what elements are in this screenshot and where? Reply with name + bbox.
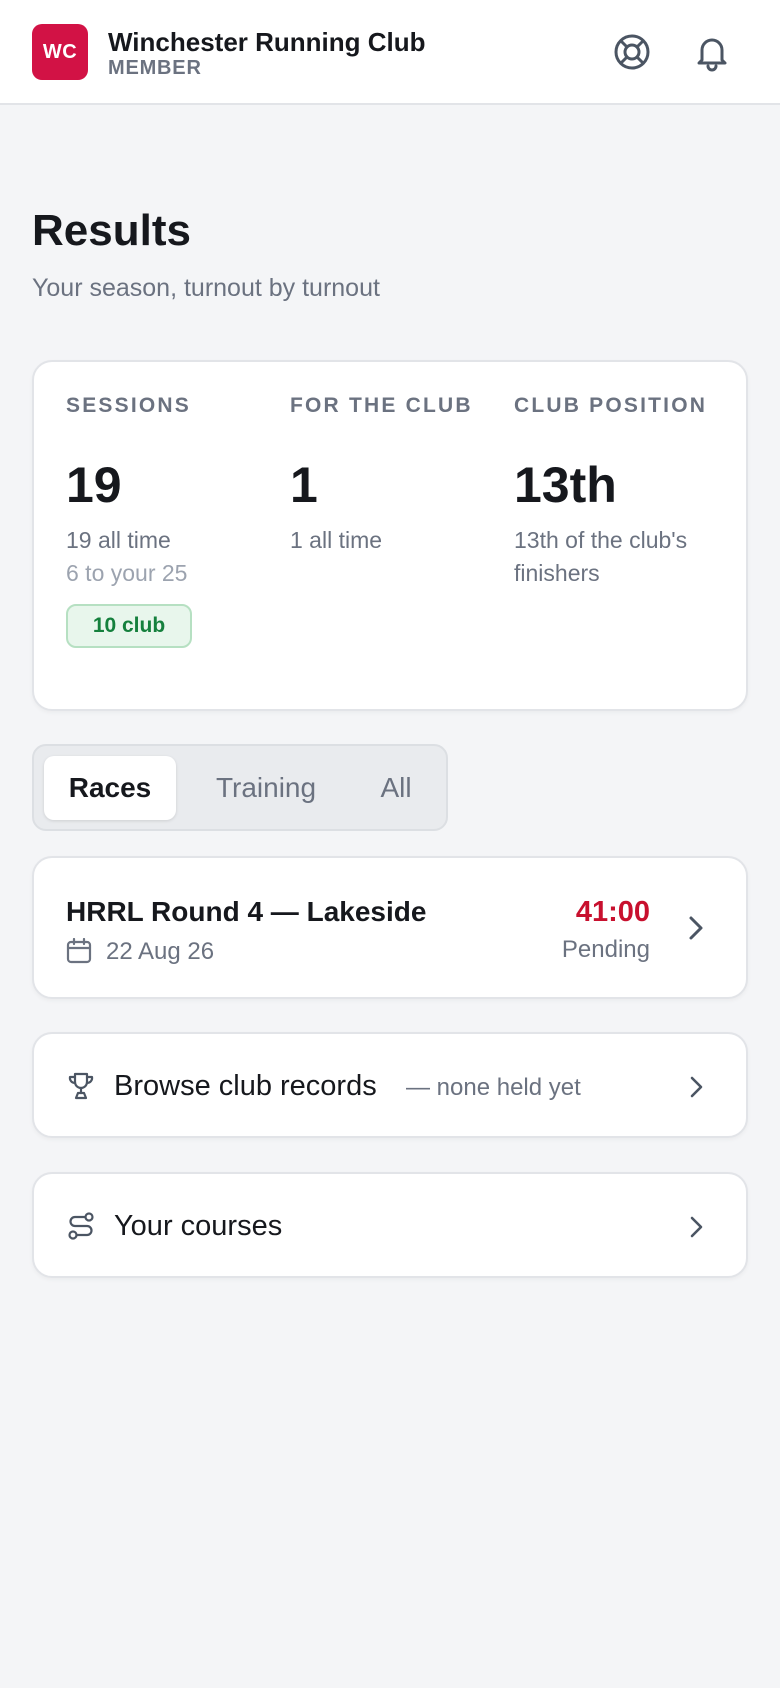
trophy-icon [68,1072,94,1100]
race-status: Pending [561,936,650,963]
records-link-label: Browse club records [114,1070,377,1102]
tab-training[interactable]: Training [194,756,338,820]
race-time: 41:00 [575,896,650,928]
your-courses-link[interactable]: Your courses [32,1172,748,1278]
sessions-all-time: 19 all time [66,527,171,553]
sessions-comparison: 6 to your 25 [66,560,188,586]
club-position-label: CLUB POSITION [514,394,708,417]
for-club-label: FOR THE CLUB [290,394,473,417]
courses-link-label: Your courses [114,1210,283,1242]
browse-club-records-link[interactable]: Browse club records — none held yet [32,1032,748,1138]
member-role: MEMBER [108,57,202,79]
club-name: Winchester Running Club [108,27,426,57]
calendar-icon [66,938,92,964]
app-header: WC Winchester Running Club MEMBER [0,0,780,105]
route-icon [68,1212,94,1240]
page-title: Results [32,206,191,255]
chevron-right-icon [689,916,703,940]
sessions-club-badge: 10 club [66,604,192,648]
results-filter-tabs: Races Training All [32,744,448,831]
race-result-row[interactable]: HRRL Round 4 — Lakeside 22 Aug 26 41:00 … [32,856,748,999]
help-icon[interactable] [608,28,656,76]
for-club-all-time: 1 all time [290,527,383,553]
race-name: HRRL Round 4 — Lakeside [66,896,427,927]
tab-races[interactable]: Races [44,756,176,820]
bell-icon[interactable] [688,28,736,76]
club-logo[interactable]: WC [32,24,88,80]
tab-all[interactable]: All [360,756,432,820]
chevron-right-icon [690,1076,703,1098]
club-position-value: 13th [514,457,617,513]
chevron-right-icon [690,1216,703,1238]
club-position-detail: 13th of the club's finishers [514,527,688,586]
records-link-note: — none held yet [406,1074,581,1101]
race-date: 22 Aug 26 [106,938,215,965]
sessions-value: 19 [66,457,122,513]
sessions-label: SESSIONS [66,394,191,417]
for-club-value: 1 [290,457,318,513]
page-subtitle: Your season, turnout by turnout [32,274,380,302]
season-stats-card: SESSIONS 19 19 all time 6 to your 25 10 … [32,360,748,711]
